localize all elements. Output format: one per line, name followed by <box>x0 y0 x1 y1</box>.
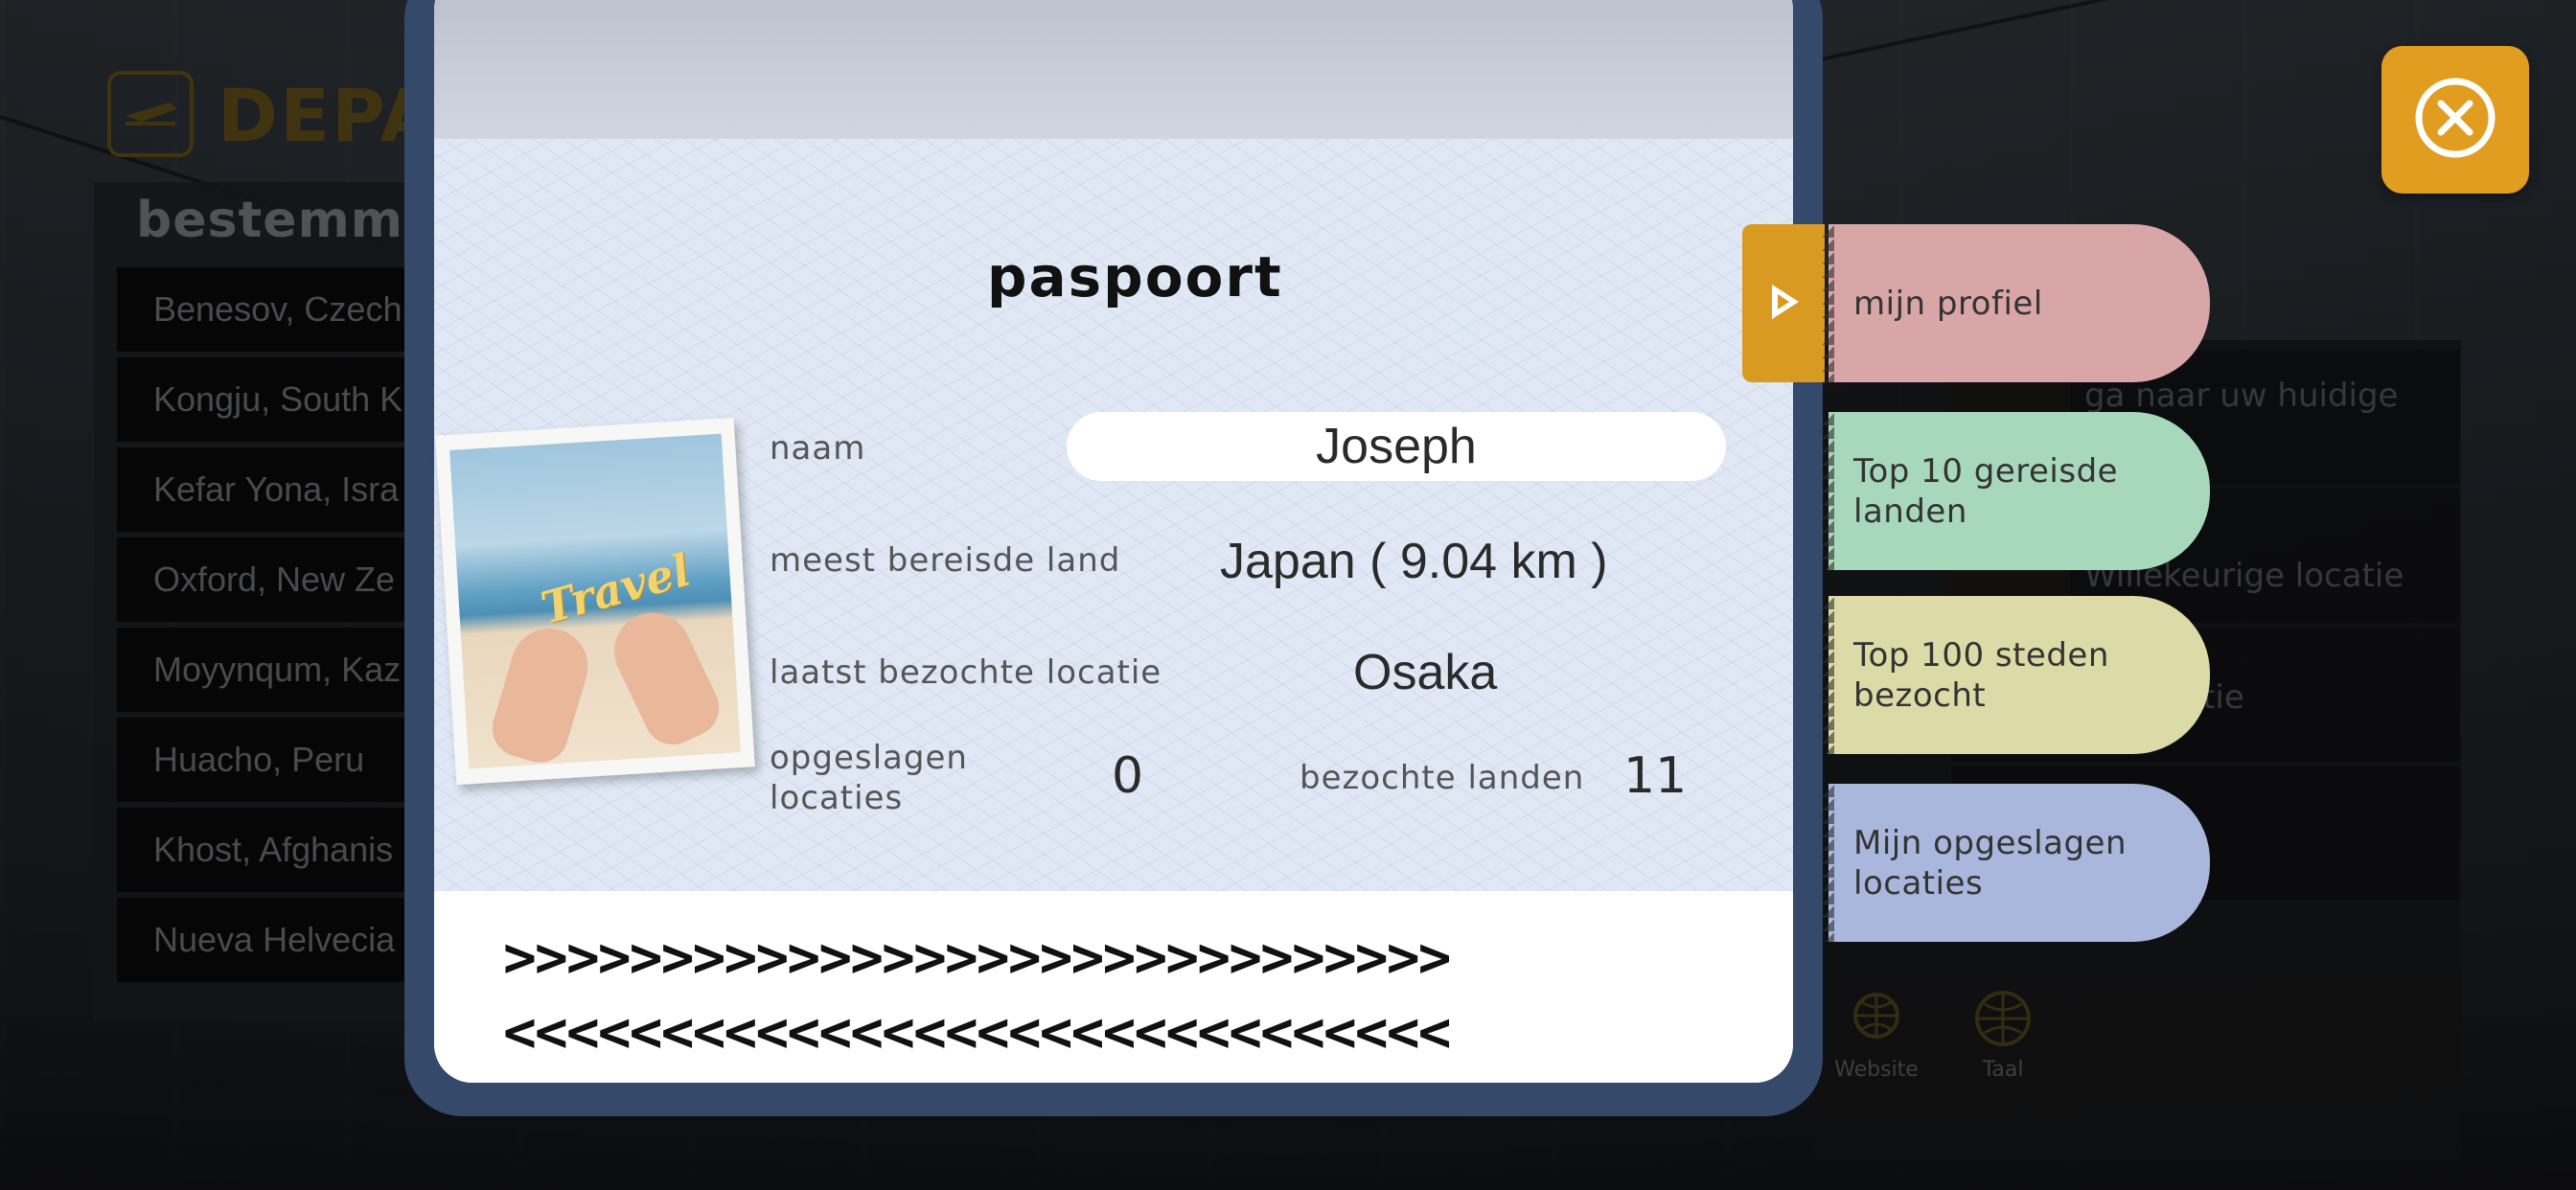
saved-locations-value: 0 <box>1112 747 1144 805</box>
tab-handle[interactable] <box>1742 224 1825 382</box>
play-arrow-icon <box>1760 279 1806 329</box>
visited-countries-label: bezochte landen <box>1300 759 1585 797</box>
tab-label: Top 10 gereisde landen <box>1853 451 2119 531</box>
photo-hand <box>601 600 729 755</box>
most-traveled-value: Japan ( 9.04 km ) <box>1220 534 1608 589</box>
name-field: Joseph <box>1067 412 1726 481</box>
most-traveled-label: meest bereisde land <box>770 541 1121 580</box>
visited-countries-value: 11 <box>1623 747 1688 805</box>
saved-locations-label: opgeslagen locaties <box>770 739 968 817</box>
name-label: naam <box>770 429 866 468</box>
mrz-line-1: >>>>>>>>>>>>>>>>>>>>>>>>>>>>>> <box>503 925 1452 990</box>
mrz-line-2: <<<<<<<<<<<<<<<<<<<<<<<<<<<<<< <box>503 999 1452 1064</box>
passport-mrz-zone: >>>>>>>>>>>>>>>>>>>>>>>>>>>>>> <<<<<<<<<… <box>434 891 1793 1083</box>
travel-photo-image: Travel <box>449 433 741 769</box>
tab-label: mijn profiel <box>1853 284 2043 323</box>
tab-my-profile[interactable]: mijn profiel <box>1823 224 2210 382</box>
tab-top-10-countries[interactable]: Top 10 gereisde landen <box>1823 412 2210 570</box>
tab-label: Mijn opgeslagen locaties <box>1853 823 2128 903</box>
close-button[interactable] <box>2381 46 2529 194</box>
close-icon <box>2412 75 2498 165</box>
last-visited-label: laatst bezochte locatie <box>770 653 1162 692</box>
last-visited-value: Osaka <box>1353 645 1498 700</box>
passport-photo: Travel <box>435 417 755 786</box>
tab-saved-locations[interactable]: Mijn opgeslagen locaties <box>1823 784 2210 942</box>
passport-top-page <box>434 0 1793 139</box>
photo-hand <box>485 619 598 769</box>
tab-top-100-cities[interactable]: Top 100 steden bezocht <box>1823 596 2210 754</box>
passport-title: paspoort <box>987 244 1283 309</box>
tab-label: Top 100 steden bezocht <box>1853 635 2109 715</box>
